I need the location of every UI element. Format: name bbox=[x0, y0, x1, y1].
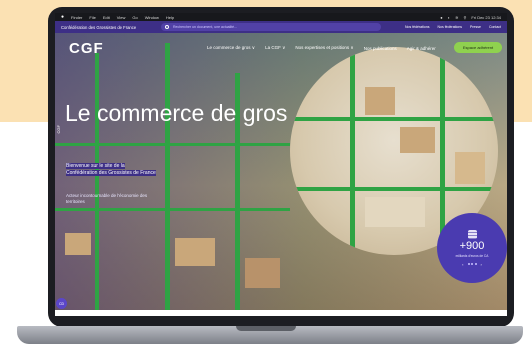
menu-view[interactable]: View bbox=[117, 15, 126, 20]
hero-description-text: Bienvenue sur le site de la Confédératio… bbox=[66, 163, 156, 176]
top-link-federations[interactable]: Nos fédérations bbox=[405, 25, 430, 29]
menu-window[interactable]: Window bbox=[145, 15, 159, 20]
shelf-beam bbox=[290, 117, 498, 121]
nav-publications[interactable]: Nos publications bbox=[364, 46, 397, 51]
site-topbar: Confédération des Grossistes de France R… bbox=[55, 21, 507, 33]
shelf-post bbox=[440, 47, 445, 255]
shelf-beam bbox=[55, 143, 290, 146]
main-nav: Le commerce de gros ∨ La CGF ∨ Nos exper… bbox=[207, 45, 436, 51]
top-link-presse[interactable]: Presse bbox=[470, 25, 481, 29]
next-arrow-icon[interactable]: › bbox=[481, 262, 482, 267]
member-area-label: Espace adhérent bbox=[462, 45, 494, 50]
shelf-beam bbox=[290, 187, 498, 191]
top-link-federations-2[interactable]: Nos fédérations bbox=[438, 25, 463, 29]
hero-banner: CGF Le commerce de gros ∨ La CGF ∨ Nos e… bbox=[55, 33, 507, 310]
warehouse-box bbox=[175, 238, 215, 266]
menu-go[interactable]: Go bbox=[132, 15, 137, 20]
wifi-icon[interactable]: ≋ bbox=[455, 15, 458, 20]
nav-expertises[interactable]: Nos expertises et positions ∨ bbox=[295, 45, 353, 51]
search-icon[interactable]: ⚲ bbox=[463, 15, 466, 20]
warehouse-box bbox=[365, 197, 425, 227]
member-area-button[interactable]: Espace adhérent bbox=[454, 42, 502, 53]
laptop-notch bbox=[236, 326, 296, 331]
side-label: CGF bbox=[56, 125, 61, 134]
shelf-post bbox=[350, 47, 355, 255]
search-input[interactable]: Rechercher un document, une actualité... bbox=[161, 23, 381, 31]
pager-dots bbox=[467, 263, 477, 265]
site-logo[interactable]: CGF bbox=[69, 40, 104, 57]
stat-circle: +900 milliards d'euros de CA ‹ › bbox=[437, 213, 507, 283]
warehouse-box bbox=[455, 152, 485, 184]
status-icon-1[interactable]: ● bbox=[440, 15, 442, 20]
nav-agir-adherer[interactable]: Agir & adhérer bbox=[407, 46, 436, 51]
shelf-post bbox=[165, 43, 170, 310]
apple-icon[interactable]: ● bbox=[61, 14, 64, 20]
nav-commerce-de-gros[interactable]: Le commerce de gros ∨ bbox=[207, 45, 255, 51]
menu-file[interactable]: File bbox=[89, 15, 95, 20]
chat-bubble-label: CD bbox=[58, 301, 65, 306]
hero-subtext: Acteur incontournable de l'économie des … bbox=[66, 193, 148, 204]
page-bottom-strip bbox=[55, 310, 507, 316]
menubar-status: ● ◐ ≋ ⚲ Fri Dec 23 12:34 bbox=[440, 15, 507, 20]
clock[interactable]: Fri Dec 23 12:34 bbox=[471, 15, 501, 20]
menu-edit[interactable]: Edit bbox=[103, 15, 110, 20]
macos-menubar: ● Finder File Edit View Go Window Help ●… bbox=[55, 13, 507, 21]
shelf-post bbox=[95, 53, 99, 310]
warehouse-box bbox=[365, 87, 395, 115]
warehouse-box bbox=[245, 258, 280, 288]
top-link-contact[interactable]: Contact bbox=[489, 25, 501, 29]
stat-label: milliards d'euros de CA bbox=[455, 253, 489, 258]
warehouse-box bbox=[65, 233, 91, 255]
shelf-beam bbox=[55, 208, 290, 211]
menu-finder[interactable]: Finder bbox=[71, 15, 82, 20]
chat-bubble-button[interactable]: CD bbox=[56, 298, 67, 309]
stat-value: +900 bbox=[459, 239, 485, 252]
warehouse-box bbox=[400, 127, 435, 153]
status-icon-2[interactable]: ◐ bbox=[448, 15, 450, 20]
search-icon bbox=[165, 25, 169, 29]
nav-la-cgf[interactable]: La CGF ∨ bbox=[265, 45, 285, 51]
laptop-screen: ● Finder File Edit View Go Window Help ●… bbox=[55, 13, 507, 316]
coins-icon bbox=[467, 229, 477, 239]
top-links: Nos fédérations Nos fédérations Presse C… bbox=[405, 25, 501, 29]
brand-name[interactable]: Confédération des Grossistes de France bbox=[61, 25, 161, 30]
hero-title: Le commerce de gros bbox=[65, 100, 288, 126]
stat-pager: ‹ › bbox=[462, 262, 482, 267]
prev-arrow-icon[interactable]: ‹ bbox=[462, 262, 463, 267]
search-placeholder: Rechercher un document, une actualité... bbox=[173, 25, 238, 29]
hero-description: Bienvenue sur le site de la Confédératio… bbox=[66, 163, 156, 177]
menu-help[interactable]: Help bbox=[166, 15, 174, 20]
